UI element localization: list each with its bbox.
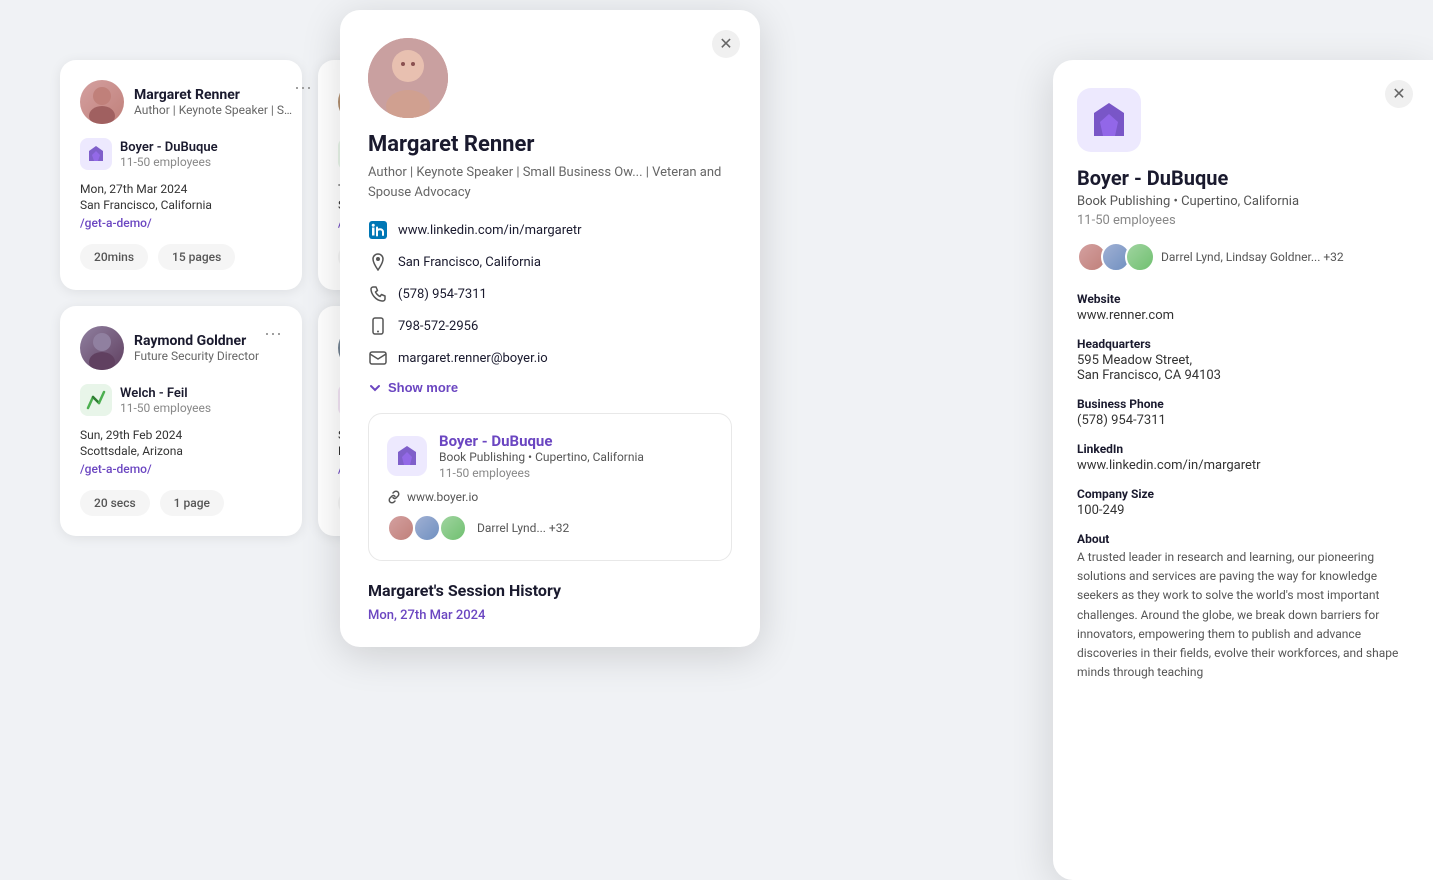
avatar-raymond <box>80 326 124 370</box>
detail-avatar-3 <box>1125 242 1155 272</box>
company-popup-meta: Book Publishing • Cupertino, California <box>439 450 644 464</box>
company-size: 11-50 employees <box>120 155 218 169</box>
email-icon <box>368 348 388 368</box>
detail-company-size: 11-50 employees <box>1077 213 1409 228</box>
detail-avatars-label: Darrel Lynd, Lindsay Goldner... +32 <box>1161 250 1344 264</box>
company-size: 11-50 employees <box>120 401 211 415</box>
visit-date: Mon, 27th Mar 2024 <box>80 182 282 196</box>
business-phone-label: Business Phone <box>1077 397 1409 411</box>
company-popup-name[interactable]: Boyer - DuBuque <box>439 432 644 450</box>
about-label: About <box>1077 532 1409 546</box>
avatars-label: Darrel Lynd... +32 <box>477 521 569 535</box>
pages-badge: 15 pages <box>158 244 235 270</box>
card-person-info: Margaret Renner Author | Keynote Speaker… <box>80 80 294 124</box>
linkedin-field: LinkedIn www.linkedin.com/in/margaretr <box>1077 442 1409 473</box>
person-title: Future Security Director <box>134 349 259 363</box>
email-value[interactable]: margaret.renner@boyer.io <box>398 351 548 366</box>
detail-company-meta: Book Publishing • Cupertino, California <box>1077 194 1409 209</box>
mobile-value: 798-572-2956 <box>398 319 478 334</box>
company-row: Boyer - DuBuque 11-50 employees <box>80 138 282 170</box>
profile-name: Margaret Renner <box>368 132 732 157</box>
visit-date: Sun, 29th Feb 2024 <box>80 428 282 442</box>
profile-title: Author | Keynote Speaker | Small Busines… <box>368 163 732 202</box>
pages-badge: 1 page <box>160 490 224 516</box>
company-avatars-row: Darrel Lynd... +32 <box>387 514 713 542</box>
visitor-card-margaret[interactable]: Margaret Renner Author | Keynote Speaker… <box>60 60 302 290</box>
company-row: Welch - Feil 11-50 employees <box>80 384 282 416</box>
visit-location: Scottsdale, Arizona <box>80 444 282 458</box>
business-phone-field: Business Phone (578) 954-7311 <box>1077 397 1409 428</box>
location-icon <box>368 252 388 272</box>
person-title: Author | Keynote Speaker | Sm... <box>134 103 294 117</box>
linkedin-row: www.linkedin.com/in/margaretr <box>368 220 732 240</box>
visit-url[interactable]: /get-a-demo/ <box>80 216 282 230</box>
chevron-down-icon <box>368 381 382 395</box>
session-history-title: Margaret's Session History <box>368 581 732 600</box>
profile-popup: ✕ Margaret Renner Author | Keynote Speak… <box>340 10 760 647</box>
company-detail-panel: ✕ Boyer - DuBuque Book Publishing • Cupe… <box>1053 60 1433 880</box>
mobile-icon <box>368 316 388 336</box>
phone-row: (578) 954-7311 <box>368 284 732 304</box>
more-options-button[interactable]: ⋯ <box>264 326 282 344</box>
phone-value: (578) 954-7311 <box>398 287 487 302</box>
time-badge: 20mins <box>80 244 148 270</box>
profile-avatar <box>368 38 448 118</box>
mini-avatar-3 <box>439 514 467 542</box>
company-popup-size: 11-50 employees <box>439 466 644 480</box>
visitor-card-raymond[interactable]: Raymond Goldner Future Security Director… <box>60 306 302 536</box>
mini-avatar-1 <box>387 514 415 542</box>
visit-url[interactable]: /get-a-demo/ <box>80 462 282 476</box>
linkedin-value[interactable]: www.linkedin.com/in/margaretr <box>1077 458 1409 473</box>
linkedin-icon <box>368 220 388 240</box>
company-popup-logo <box>387 436 427 476</box>
company-card-in-popup[interactable]: Boyer - DuBuque Book Publishing • Cupert… <box>368 413 732 561</box>
website-value[interactable]: www.boyer.io <box>407 490 478 504</box>
company-name: Boyer - DuBuque <box>120 140 218 155</box>
phone-icon <box>368 284 388 304</box>
about-text: A trusted leader in research and learnin… <box>1077 548 1409 682</box>
headquarters-value: 595 Meadow Street, San Francisco, CA 941… <box>1077 353 1409 383</box>
company-logo-boyer <box>80 138 112 170</box>
time-badge: 20 secs <box>80 490 150 516</box>
location-value: San Francisco, California <box>398 255 541 270</box>
headquarters-field: Headquarters 595 Meadow Street, San Fran… <box>1077 337 1409 383</box>
show-more-button[interactable]: Show more <box>368 380 458 395</box>
company-logo-welch <box>80 384 112 416</box>
linkedin-label: LinkedIn <box>1077 442 1409 456</box>
close-button[interactable]: ✕ <box>712 30 740 58</box>
detail-avatars-row: Darrel Lynd, Lindsay Goldner... +32 <box>1077 242 1409 272</box>
location-row: San Francisco, California <box>368 252 732 272</box>
about-field: About A trusted leader in research and l… <box>1077 532 1409 682</box>
website-value[interactable]: www.renner.com <box>1077 308 1409 323</box>
company-name: Welch - Feil <box>120 386 211 401</box>
detail-company-name: Boyer - DuBuque <box>1077 166 1409 190</box>
company-size-field: Company Size 100-249 <box>1077 487 1409 518</box>
email-row: margaret.renner@boyer.io <box>368 348 732 368</box>
detail-company-logo <box>1077 88 1141 152</box>
headquarters-label: Headquarters <box>1077 337 1409 351</box>
visit-location: San Francisco, California <box>80 198 282 212</box>
website-field: Website www.renner.com <box>1077 292 1409 323</box>
detail-close-button[interactable]: ✕ <box>1385 80 1413 108</box>
link-icon <box>387 490 401 504</box>
mobile-row: 798-572-2956 <box>368 316 732 336</box>
session-history: Margaret's Session History Mon, 27th Mar… <box>368 581 732 623</box>
company-size-value: 100-249 <box>1077 503 1409 518</box>
mini-avatar-2 <box>413 514 441 542</box>
person-name: Margaret Renner <box>134 87 294 103</box>
card-person-info: Raymond Goldner Future Security Director <box>80 326 259 370</box>
person-name: Raymond Goldner <box>134 333 259 349</box>
business-phone-value: (578) 954-7311 <box>1077 413 1409 428</box>
show-more-label: Show more <box>388 380 458 395</box>
linkedin-value[interactable]: www.linkedin.com/in/margaretr <box>398 223 582 238</box>
website-label: Website <box>1077 292 1409 306</box>
company-website-row: www.boyer.io <box>387 490 713 504</box>
session-date: Mon, 27th Mar 2024 <box>368 608 485 623</box>
company-size-label: Company Size <box>1077 487 1409 501</box>
more-options-button[interactable]: ⋯ <box>294 80 312 98</box>
avatar-margaret <box>80 80 124 124</box>
